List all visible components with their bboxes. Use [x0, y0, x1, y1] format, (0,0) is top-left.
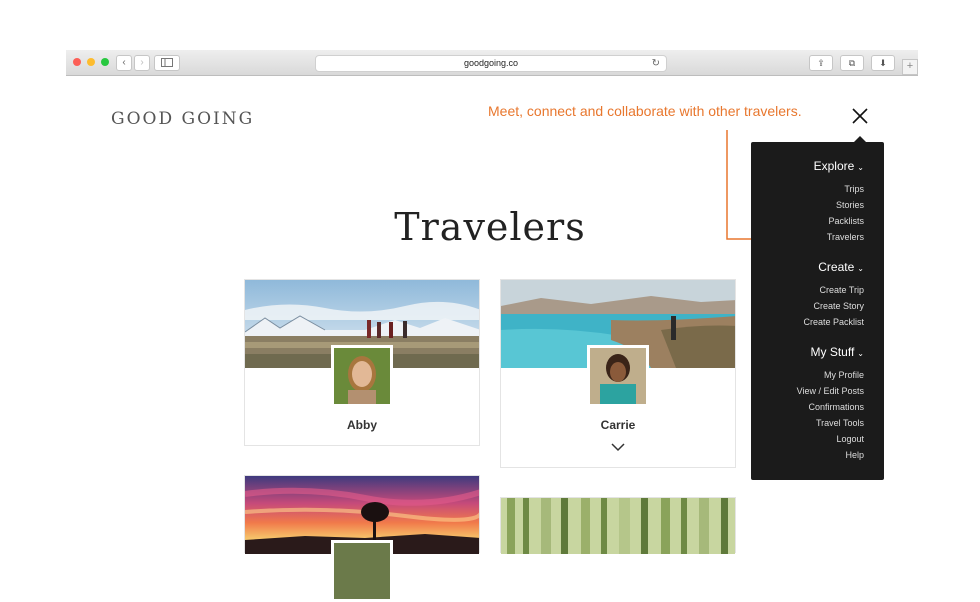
traveler-card[interactable]	[500, 497, 736, 554]
traveler-card[interactable]	[244, 475, 480, 602]
zoom-window-button[interactable]	[101, 58, 109, 66]
chevron-down-icon: ⌄	[857, 163, 864, 172]
avatar	[331, 345, 393, 407]
menu-item-view-edit-posts[interactable]: View / Edit Posts	[797, 386, 864, 396]
avatar	[587, 345, 649, 407]
sidebar-icon	[161, 58, 173, 67]
chevron-down-icon: ⌄	[857, 349, 864, 358]
traveler-name[interactable]: Carrie	[501, 418, 735, 432]
menu-item-stories[interactable]: Stories	[836, 200, 864, 210]
reload-icon[interactable]: ↻	[652, 56, 660, 71]
menu-section-explore[interactable]: Explore ⌄	[814, 159, 864, 173]
downloads-button[interactable]: ⬇	[871, 55, 895, 71]
menu-item-help[interactable]: Help	[845, 450, 864, 460]
share-button[interactable]: ⇪	[809, 55, 833, 71]
menu-item-create-packlist[interactable]: Create Packlist	[803, 317, 864, 327]
site-logo[interactable]: GOOD GOING	[111, 109, 254, 129]
sidebar-toggle-button[interactable]	[154, 55, 180, 71]
chevron-down-icon[interactable]	[611, 443, 625, 452]
close-window-button[interactable]	[73, 58, 81, 66]
menu-item-create-story[interactable]: Create Story	[813, 301, 864, 311]
minimize-window-button[interactable]	[87, 58, 95, 66]
menu-item-travelers[interactable]: Travelers	[827, 232, 864, 242]
menu-section-create[interactable]: Create ⌄	[818, 260, 864, 274]
url-text: goodgoing.co	[463, 58, 519, 68]
address-bar[interactable]: goodgoing.co ↻	[315, 55, 667, 72]
forward-button[interactable]: ›	[134, 55, 150, 71]
menu-item-my-profile[interactable]: My Profile	[824, 370, 864, 380]
menu-item-confirmations[interactable]: Confirmations	[808, 402, 864, 412]
traveler-name[interactable]: Abby	[245, 418, 479, 432]
menu-section-label: My Stuff	[810, 345, 855, 359]
menu-section-my-stuff[interactable]: My Stuff ⌄	[811, 345, 865, 359]
chevron-down-icon: ⌄	[857, 264, 864, 273]
traveler-card[interactable]: Carrie	[500, 279, 736, 468]
menu-item-logout[interactable]: Logout	[836, 434, 864, 444]
new-tab-button[interactable]: +	[902, 59, 918, 75]
menu-section-label: Explore	[813, 159, 855, 173]
menu-section-label: Create	[818, 260, 855, 274]
cover-photo	[501, 498, 735, 554]
menu-item-trips[interactable]: Trips	[844, 184, 864, 194]
menu-item-travel-tools[interactable]: Travel Tools	[816, 418, 864, 428]
traveler-card[interactable]: Abby	[244, 279, 480, 446]
menu-item-packlists[interactable]: Packlists	[828, 216, 864, 226]
browser-toolbar: ‹ › goodgoing.co ↻ ⇪ ⧉ ⬇ +	[66, 50, 918, 76]
back-button[interactable]: ‹	[116, 55, 132, 71]
nav-dropdown-menu: Explore ⌄ Trips Stories Packlists Travele…	[751, 136, 884, 480]
close-icon[interactable]	[851, 107, 869, 125]
annotation-text: Meet, connect and collaborate with other…	[488, 103, 802, 119]
avatar	[331, 540, 393, 602]
tabs-overview-button[interactable]: ⧉	[840, 55, 864, 71]
menu-item-create-trip[interactable]: Create Trip	[819, 285, 864, 295]
